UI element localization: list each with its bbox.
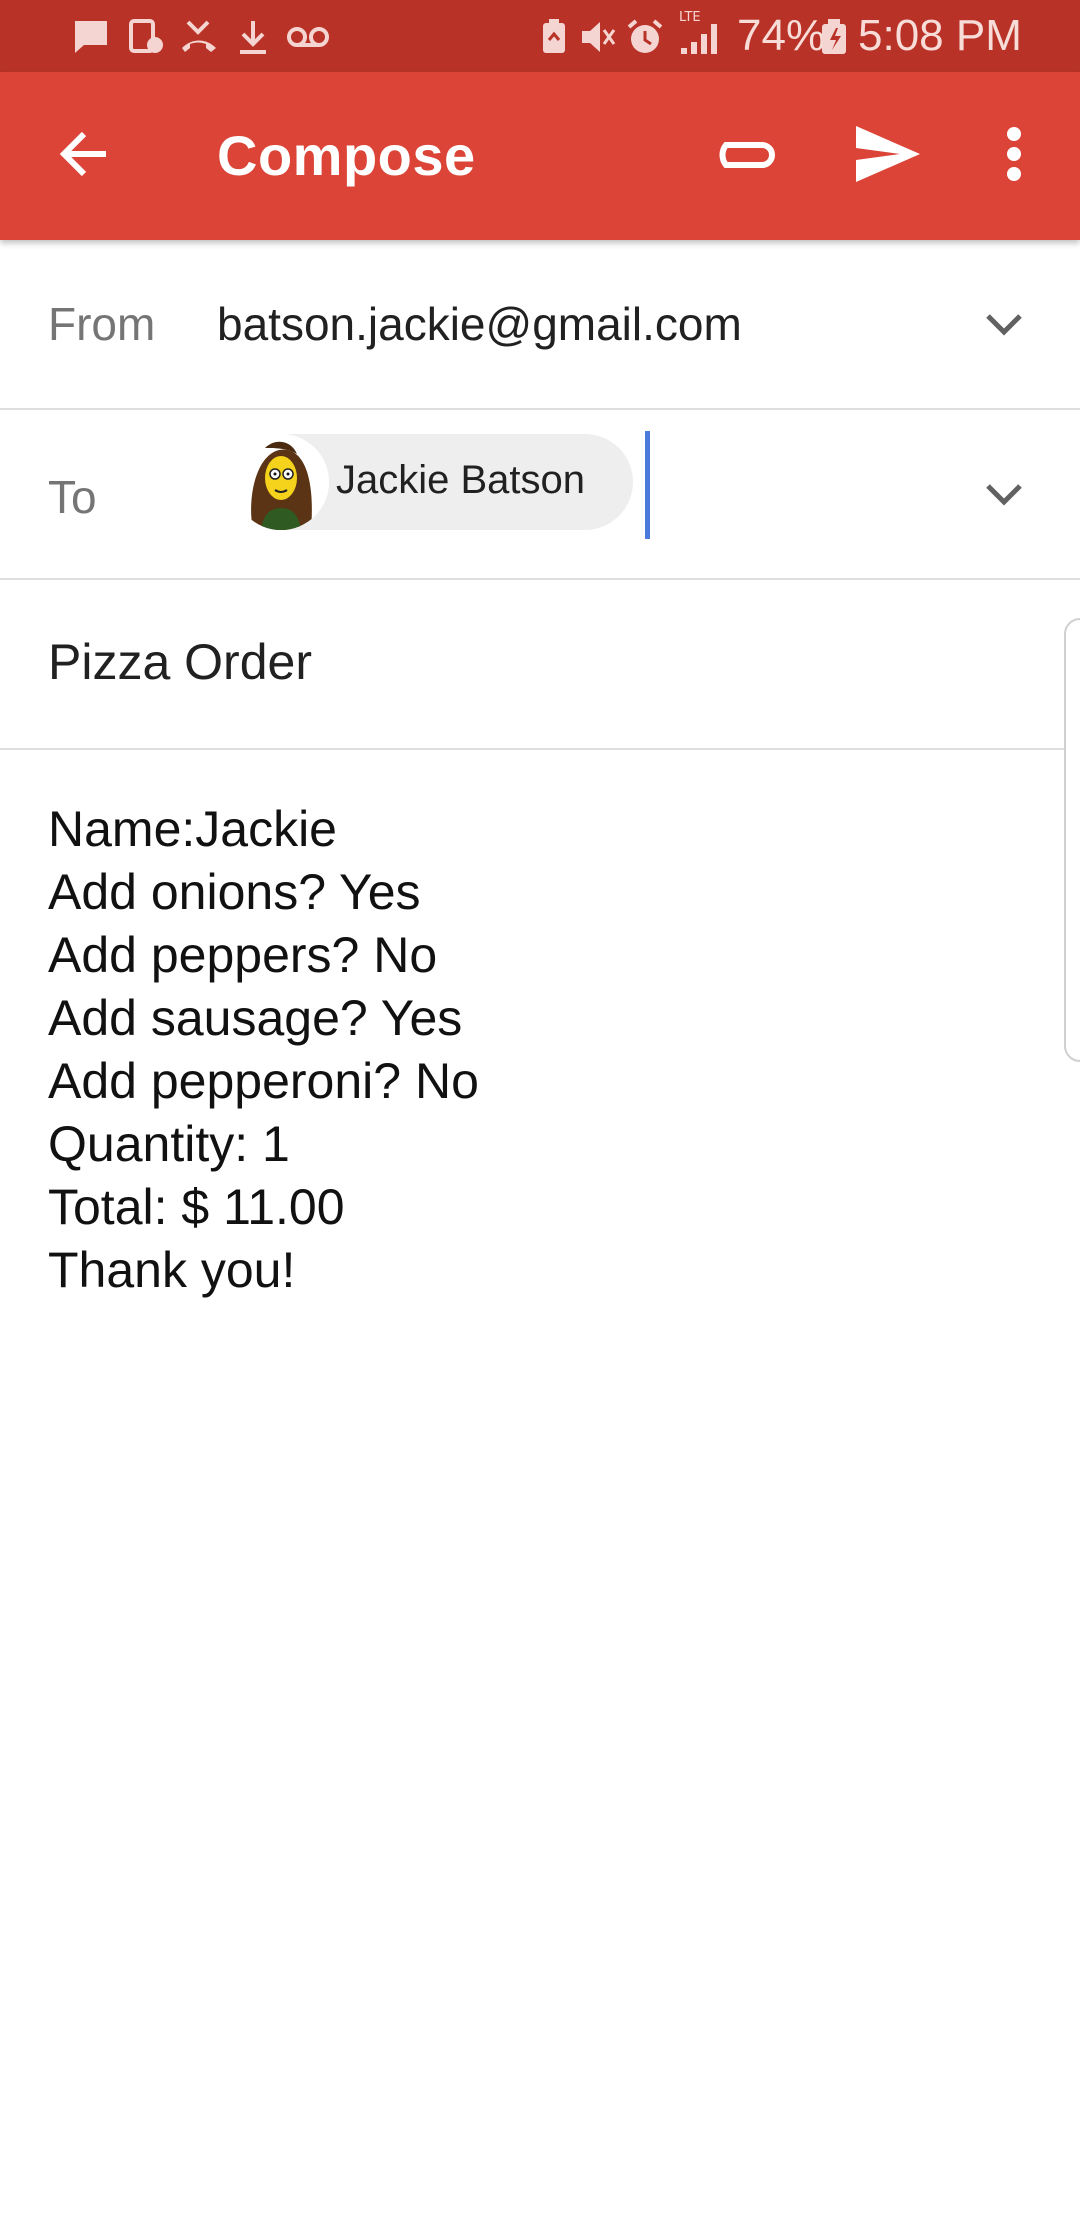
body-line: Quantity: 1 xyxy=(48,1116,290,1172)
send-icon xyxy=(854,124,922,189)
app-bar: Compose xyxy=(0,72,1080,240)
attach-button[interactable] xyxy=(696,108,792,204)
screen-record-icon xyxy=(128,18,166,56)
avatar xyxy=(233,434,329,530)
body-line: Add peppers? No xyxy=(48,927,438,983)
from-dropdown-button[interactable] xyxy=(968,290,1040,362)
text-cursor xyxy=(645,431,650,539)
battery-icon xyxy=(820,18,848,56)
body-field[interactable]: Name:Jackie Add onions? Yes Add peppers?… xyxy=(0,750,1080,2220)
status-time: 5:08 PM xyxy=(858,11,1022,60)
missed-call-icon xyxy=(180,18,218,56)
voicemail-icon xyxy=(286,18,330,56)
page-title: Compose xyxy=(217,124,476,187)
attach-icon xyxy=(710,134,778,179)
more-vert-icon xyxy=(1006,126,1022,187)
network-type-label: LTE xyxy=(679,10,701,25)
body-line: Add pepperoni? No xyxy=(48,1053,479,1109)
send-button[interactable] xyxy=(840,108,936,204)
from-row[interactable]: From batson.jackie@gmail.com xyxy=(0,240,1080,410)
back-button[interactable] xyxy=(36,108,132,204)
body-line: Name:Jackie xyxy=(48,801,337,857)
body-line: Add sausage? Yes xyxy=(48,990,463,1046)
recipient-chip[interactable]: Jackie Batson xyxy=(233,434,633,530)
chevron-down-icon xyxy=(984,482,1024,511)
mute-icon xyxy=(578,18,616,56)
body-line: Add onions? Yes xyxy=(48,864,421,920)
chevron-down-icon xyxy=(984,312,1024,341)
to-dropdown-button[interactable] xyxy=(968,460,1040,532)
recipient-name: Jackie Batson xyxy=(336,458,586,502)
compose-screen: LTE 74% 5:08 PM Compose From batson.jack… xyxy=(0,0,1080,2220)
from-label: From xyxy=(48,298,156,350)
to-label: To xyxy=(48,471,97,523)
status-bar: LTE 74% 5:08 PM xyxy=(0,0,1080,72)
signal-icon: LTE xyxy=(677,10,721,56)
more-options-button[interactable] xyxy=(966,108,1062,204)
subject-field[interactable]: Pizza Order xyxy=(48,630,312,694)
from-address[interactable]: batson.jackie@gmail.com xyxy=(217,294,742,354)
message-icon xyxy=(72,18,110,56)
battery-percent: 74% xyxy=(737,11,826,60)
download-icon xyxy=(234,18,272,56)
battery-saver-icon xyxy=(535,18,573,56)
back-arrow-icon xyxy=(56,126,112,187)
to-row[interactable]: To Jackie Batson xyxy=(0,410,1080,580)
body-line: Total: $ 11.00 xyxy=(48,1179,345,1235)
alarm-icon xyxy=(626,18,664,56)
body-line: Thank you! xyxy=(48,1242,296,1298)
subject-row[interactable]: Pizza Order xyxy=(0,580,1080,750)
